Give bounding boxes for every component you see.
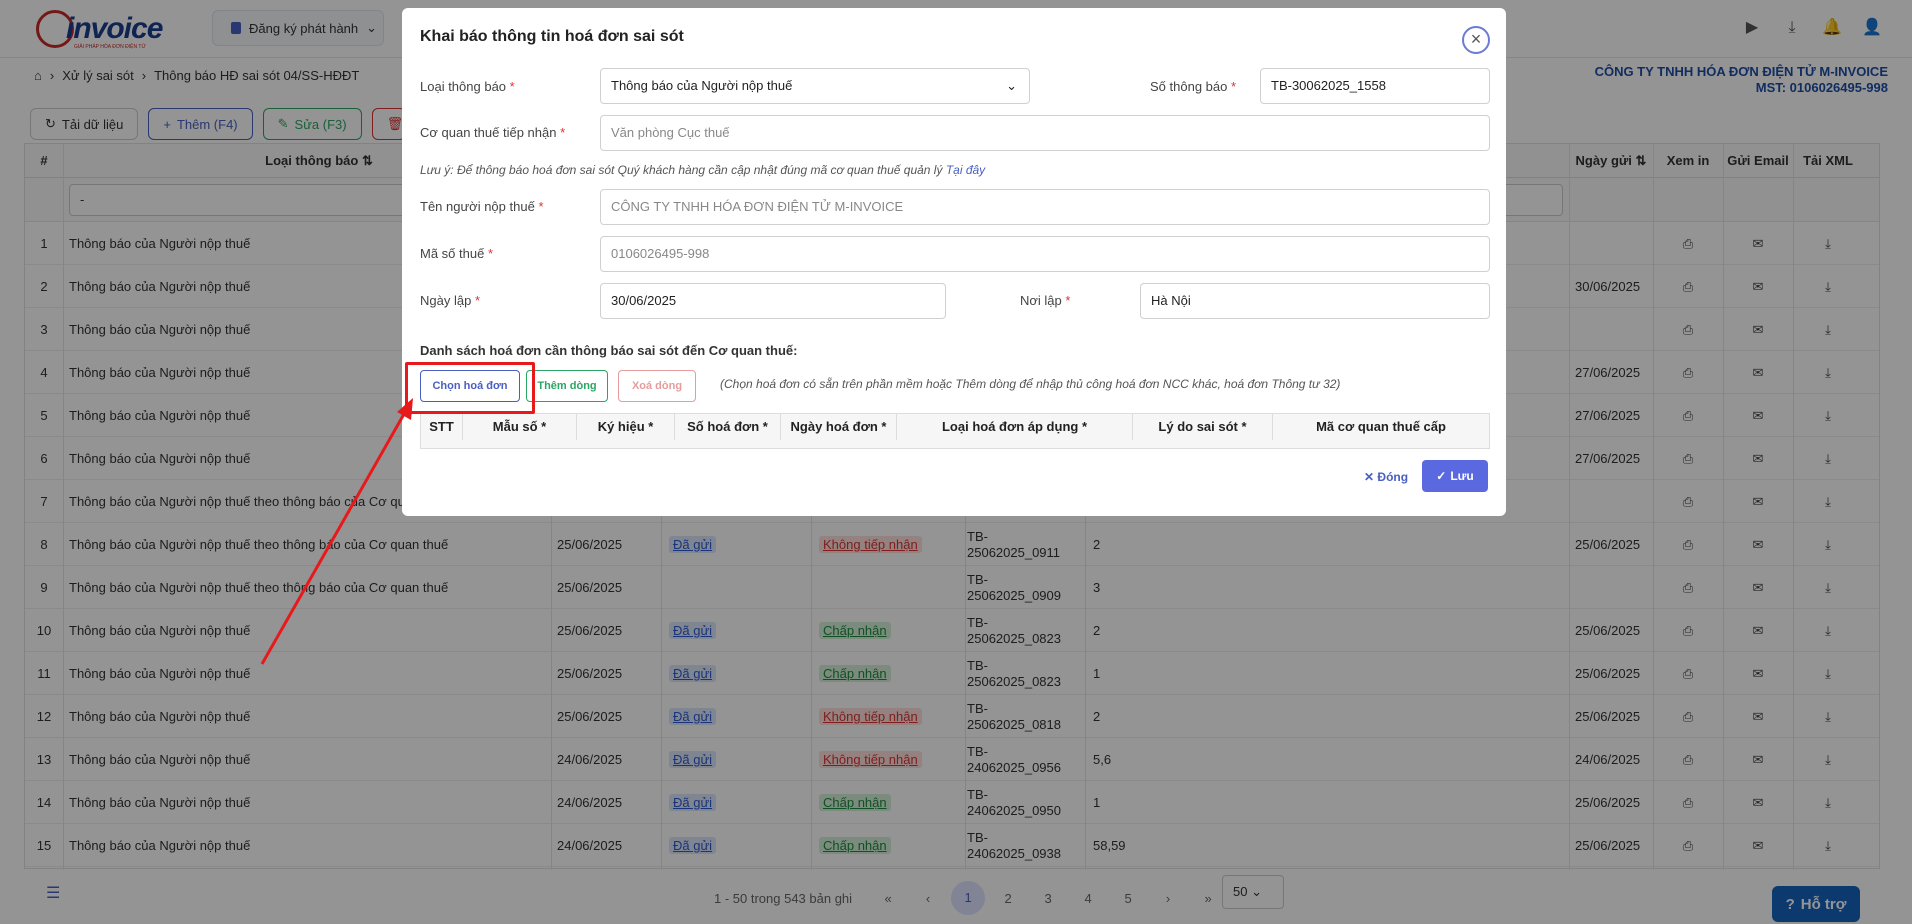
arrow-line bbox=[260, 413, 406, 665]
arrow-head bbox=[397, 398, 413, 420]
annotation-arrow bbox=[260, 398, 413, 665]
